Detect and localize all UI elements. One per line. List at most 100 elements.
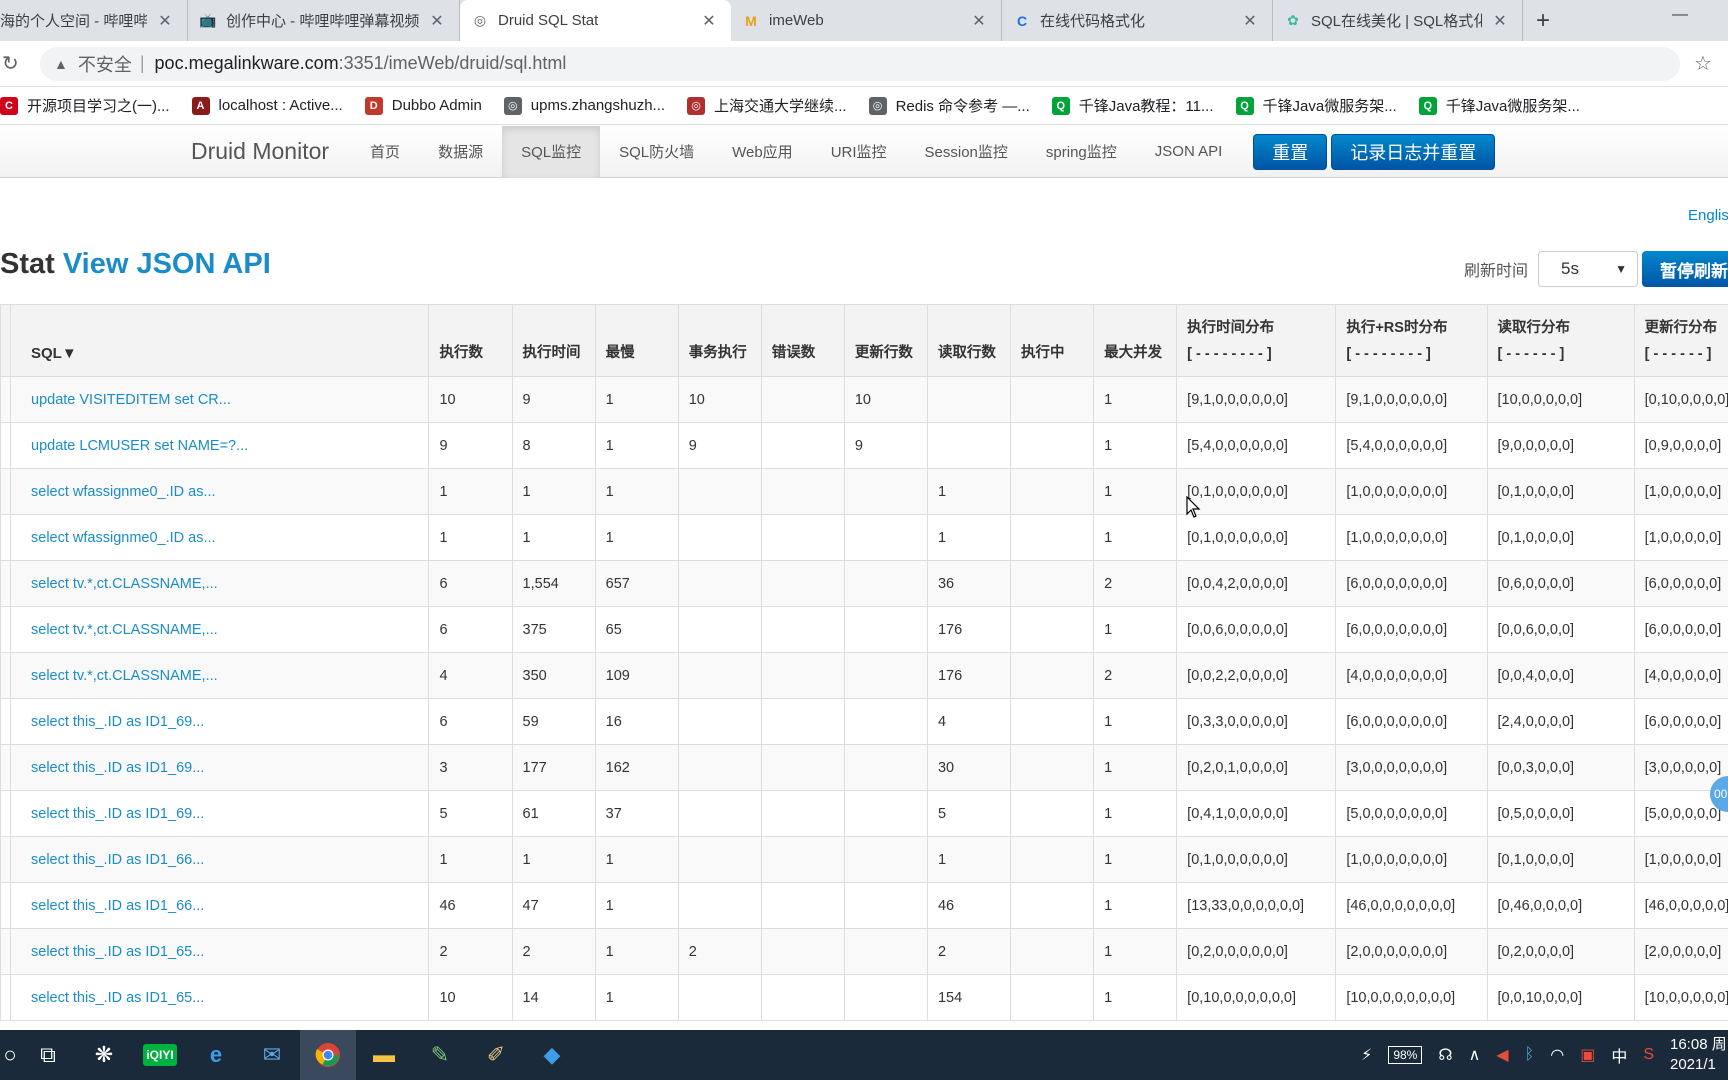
bookmark-item[interactable]: Q 千锋Java微服务架... — [1418, 95, 1580, 116]
bookmark-item[interactable]: D Dubbo Admin — [364, 96, 482, 115]
browser-tab-bilibili-space[interactable]: 海的个人空间 - 哔哩哔 ✕ — [0, 0, 188, 41]
table-row[interactable]: select this_.ID as ID1_69... 5 61 37 5 1 [0,4,… — [0, 790, 1728, 837]
browser-tab-sql-beautify[interactable]: ✿ SQL在线美化 | SQL格式化 | ✕ — [1273, 0, 1523, 41]
minimize-window-icon[interactable]: — — [1672, 6, 1688, 24]
table-row[interactable]: select this_.ID as ID1_66... 1 1 1 1 1 [0,1,0,… — [0, 836, 1728, 883]
sql-link[interactable]: select wfassignme0_.ID as... — [9, 514, 430, 561]
close-icon[interactable]: ✕ — [699, 11, 719, 31]
bookmark-item[interactable]: Q 千锋Java微服务架... — [1235, 95, 1397, 116]
ime-indicator[interactable]: 中 — [1611, 1043, 1627, 1067]
mail-icon[interactable]: ✉ — [244, 1030, 300, 1080]
view-json-api-link[interactable]: View JSON API — [63, 248, 271, 280]
column-header[interactable]: 更新行数 — [843, 304, 928, 377]
paint-app-icon[interactable]: ✐ — [468, 1030, 524, 1080]
bluetooth-icon[interactable]: ᛒ — [1525, 1046, 1535, 1064]
network-icon[interactable]: ▣ — [1580, 1045, 1595, 1065]
sql-column-header[interactable]: SQL▼ — [9, 304, 430, 377]
notepad-app-icon[interactable]: ✎ — [412, 1030, 468, 1080]
nav-item[interactable]: spring监控 — [1027, 126, 1136, 178]
sql-link[interactable]: update LCMUSER set NAME=?... — [9, 422, 430, 469]
column-header[interactable]: 错误数 — [760, 304, 845, 377]
power-plug-icon[interactable]: ⚡ — [1361, 1045, 1372, 1065]
table-row[interactable]: select this_.ID as ID1_69... 6 59 16 4 1 [0,3,… — [0, 698, 1728, 745]
new-tab-plus-icon[interactable]: + — [1523, 0, 1563, 41]
chrome-browser-icon[interactable] — [300, 1030, 356, 1080]
app-swirl-icon[interactable]: ❋ — [76, 1030, 132, 1080]
volume-icon[interactable]: ◀ — [1496, 1045, 1508, 1065]
column-header[interactable]: 最慢 — [594, 304, 679, 377]
distribution-column-header[interactable]: 读取行分布 [ - - - - - - ] — [1486, 304, 1635, 377]
sql-link[interactable]: select this_.ID as ID1_69... — [9, 698, 430, 745]
browser-tab-code-format[interactable]: C 在线代码格式化 ✕ — [1002, 0, 1273, 41]
bookmark-item[interactable]: C 开源项目学习之(一)... — [0, 95, 170, 116]
nav-item[interactable]: SQL监控 — [502, 125, 601, 178]
sql-link[interactable]: select this_.ID as ID1_65... — [9, 928, 430, 975]
pause-refresh-button[interactable]: 暂停刷新 — [1642, 251, 1728, 287]
column-header[interactable]: 读取行数 — [926, 304, 1012, 377]
close-icon[interactable]: ✕ — [155, 11, 175, 31]
nav-item[interactable]: Web应用 — [713, 126, 812, 178]
close-icon[interactable]: ✕ — [969, 11, 989, 31]
table-row[interactable]: select wfassignme0_.ID as... 1 1 1 1 1 [0,1,0,… — [0, 468, 1728, 515]
bookmark-item[interactable]: ◎ 上海交通大学继续... — [687, 95, 847, 116]
nav-item[interactable]: URI监控 — [812, 126, 906, 178]
sql-link[interactable]: select this_.ID as ID1_65... — [9, 974, 430, 1021]
english-link[interactable]: English — [1688, 207, 1728, 224]
edge-browser-icon[interactable]: e — [188, 1030, 244, 1080]
table-row[interactable]: update LCMUSER set NAME=?... 9 8 1 9 9 1 [5,4,0… — [0, 422, 1728, 469]
table-row[interactable]: select tv.*,ct.CLASSNAME,... 6 375 65 176 1 [0… — [0, 606, 1728, 653]
column-header[interactable]: 最大并发 — [1093, 304, 1178, 377]
table-row[interactable]: select this_.ID as ID1_69... 3 177 162 30 1 [0… — [0, 744, 1728, 791]
druid-brand[interactable]: Druid Monitor — [191, 138, 329, 165]
task-view-icon[interactable]: ⧉ — [20, 1030, 76, 1080]
antivirus-icon[interactable]: S — [1643, 1046, 1654, 1064]
column-header[interactable]: 执行数 — [428, 304, 513, 377]
table-row[interactable]: select wfassignme0_.ID as... 1 1 1 1 1 [0,1,0,… — [0, 514, 1728, 561]
close-icon[interactable]: ✕ — [427, 11, 447, 31]
bookmark-item[interactable]: ◎ upms.zhangshuzh... — [503, 96, 665, 115]
table-row[interactable]: select tv.*,ct.CLASSNAME,... 6 1,554 657 36 2… — [0, 560, 1728, 607]
file-explorer-icon[interactable]: ▬ — [356, 1030, 412, 1080]
people-icon[interactable]: ☊ — [1438, 1045, 1452, 1065]
sql-link[interactable]: select this_.ID as ID1_66... — [9, 882, 430, 929]
sql-link[interactable]: select tv.*,ct.CLASSNAME,... — [9, 652, 430, 699]
nav-item[interactable]: JSON API — [1136, 126, 1242, 178]
table-row[interactable]: select tv.*,ct.CLASSNAME,... 4 350 109 176 2[… — [0, 652, 1728, 699]
reload-icon[interactable]: ↻ — [2, 51, 26, 76]
sql-stat-table-wrapper[interactable]: SQL▼ 执行数 执行时间 最慢 事务执行 错误数 更新行数 读取行数 执行中 最大并发 执行时间分… — [0, 304, 1728, 1030]
column-header[interactable]: 事务执行 — [677, 304, 762, 377]
nav-item[interactable]: 数据源 — [419, 126, 502, 178]
column-header[interactable]: 执行中 — [1010, 304, 1095, 377]
nav-item[interactable]: 首页 — [351, 126, 419, 178]
wifi-icon[interactable]: ◠ — [1550, 1045, 1564, 1065]
sql-link[interactable]: select this_.ID as ID1_69... — [9, 790, 430, 837]
sql-link[interactable]: select tv.*,ct.CLASSNAME,... — [9, 560, 430, 607]
battery-indicator[interactable]: 98% — [1388, 1046, 1423, 1064]
sql-link[interactable]: select tv.*,ct.CLASSNAME,... — [9, 606, 430, 653]
bookmark-item[interactable]: Q 千锋Java教程：11... — [1051, 95, 1214, 116]
sql-link[interactable]: select this_.ID as ID1_66... — [9, 836, 430, 883]
system-clock[interactable]: 16:08 周 2021/1 — [1670, 1035, 1728, 1075]
column-header[interactable]: 执行时间 — [511, 304, 596, 377]
distribution-column-header[interactable]: 执行+RS时分布 [ - - - - - - - - ] — [1335, 304, 1488, 377]
browser-tab-imeweb[interactable]: M imeWeb ✕ — [731, 0, 1002, 41]
bookmark-item[interactable]: Alocalhost : Active... — [191, 96, 343, 115]
close-icon[interactable]: ✕ — [1490, 11, 1510, 31]
bookmark-star-icon[interactable]: ☆ — [1688, 51, 1718, 76]
table-row[interactable]: select this_.ID as ID1_65... 2 2 1 2 2 1 [0,2,0… — [0, 928, 1728, 975]
iqiyi-app-icon[interactable]: iQIYI — [132, 1030, 188, 1080]
url-omnibox[interactable]: ▲ 不安全 | poc.megalinkware.com :3351/imeWe… — [40, 46, 1680, 81]
nav-item[interactable]: Session监控 — [906, 126, 1027, 178]
table-row[interactable]: select this_.ID as ID1_66... 46 47 1 46 1 [13,… — [0, 882, 1728, 929]
log-and-reset-button[interactable]: 记录日志并重置 — [1331, 133, 1496, 170]
search-icon[interactable]: ○ — [0, 1030, 20, 1080]
distribution-column-header[interactable]: 执行时间分布 [ - - - - - - - - ] — [1176, 304, 1337, 377]
table-row[interactable]: select this_.ID as ID1_65... 10 14 1 154 1 [0,… — [0, 974, 1728, 1021]
sql-link[interactable]: update VISITEDITEM set CR... — [9, 376, 430, 423]
reset-button[interactable]: 重置 — [1253, 133, 1328, 170]
vscode-app-icon[interactable]: ◆ — [524, 1030, 580, 1080]
sql-link[interactable]: select this_.ID as ID1_69... — [9, 744, 430, 791]
refresh-interval-select[interactable]: 5s ▼ — [1538, 251, 1639, 287]
sql-link[interactable]: select wfassignme0_.ID as... — [9, 468, 430, 515]
bookmark-item[interactable]: ◎ Redis 命令参考 —... — [868, 95, 1030, 116]
